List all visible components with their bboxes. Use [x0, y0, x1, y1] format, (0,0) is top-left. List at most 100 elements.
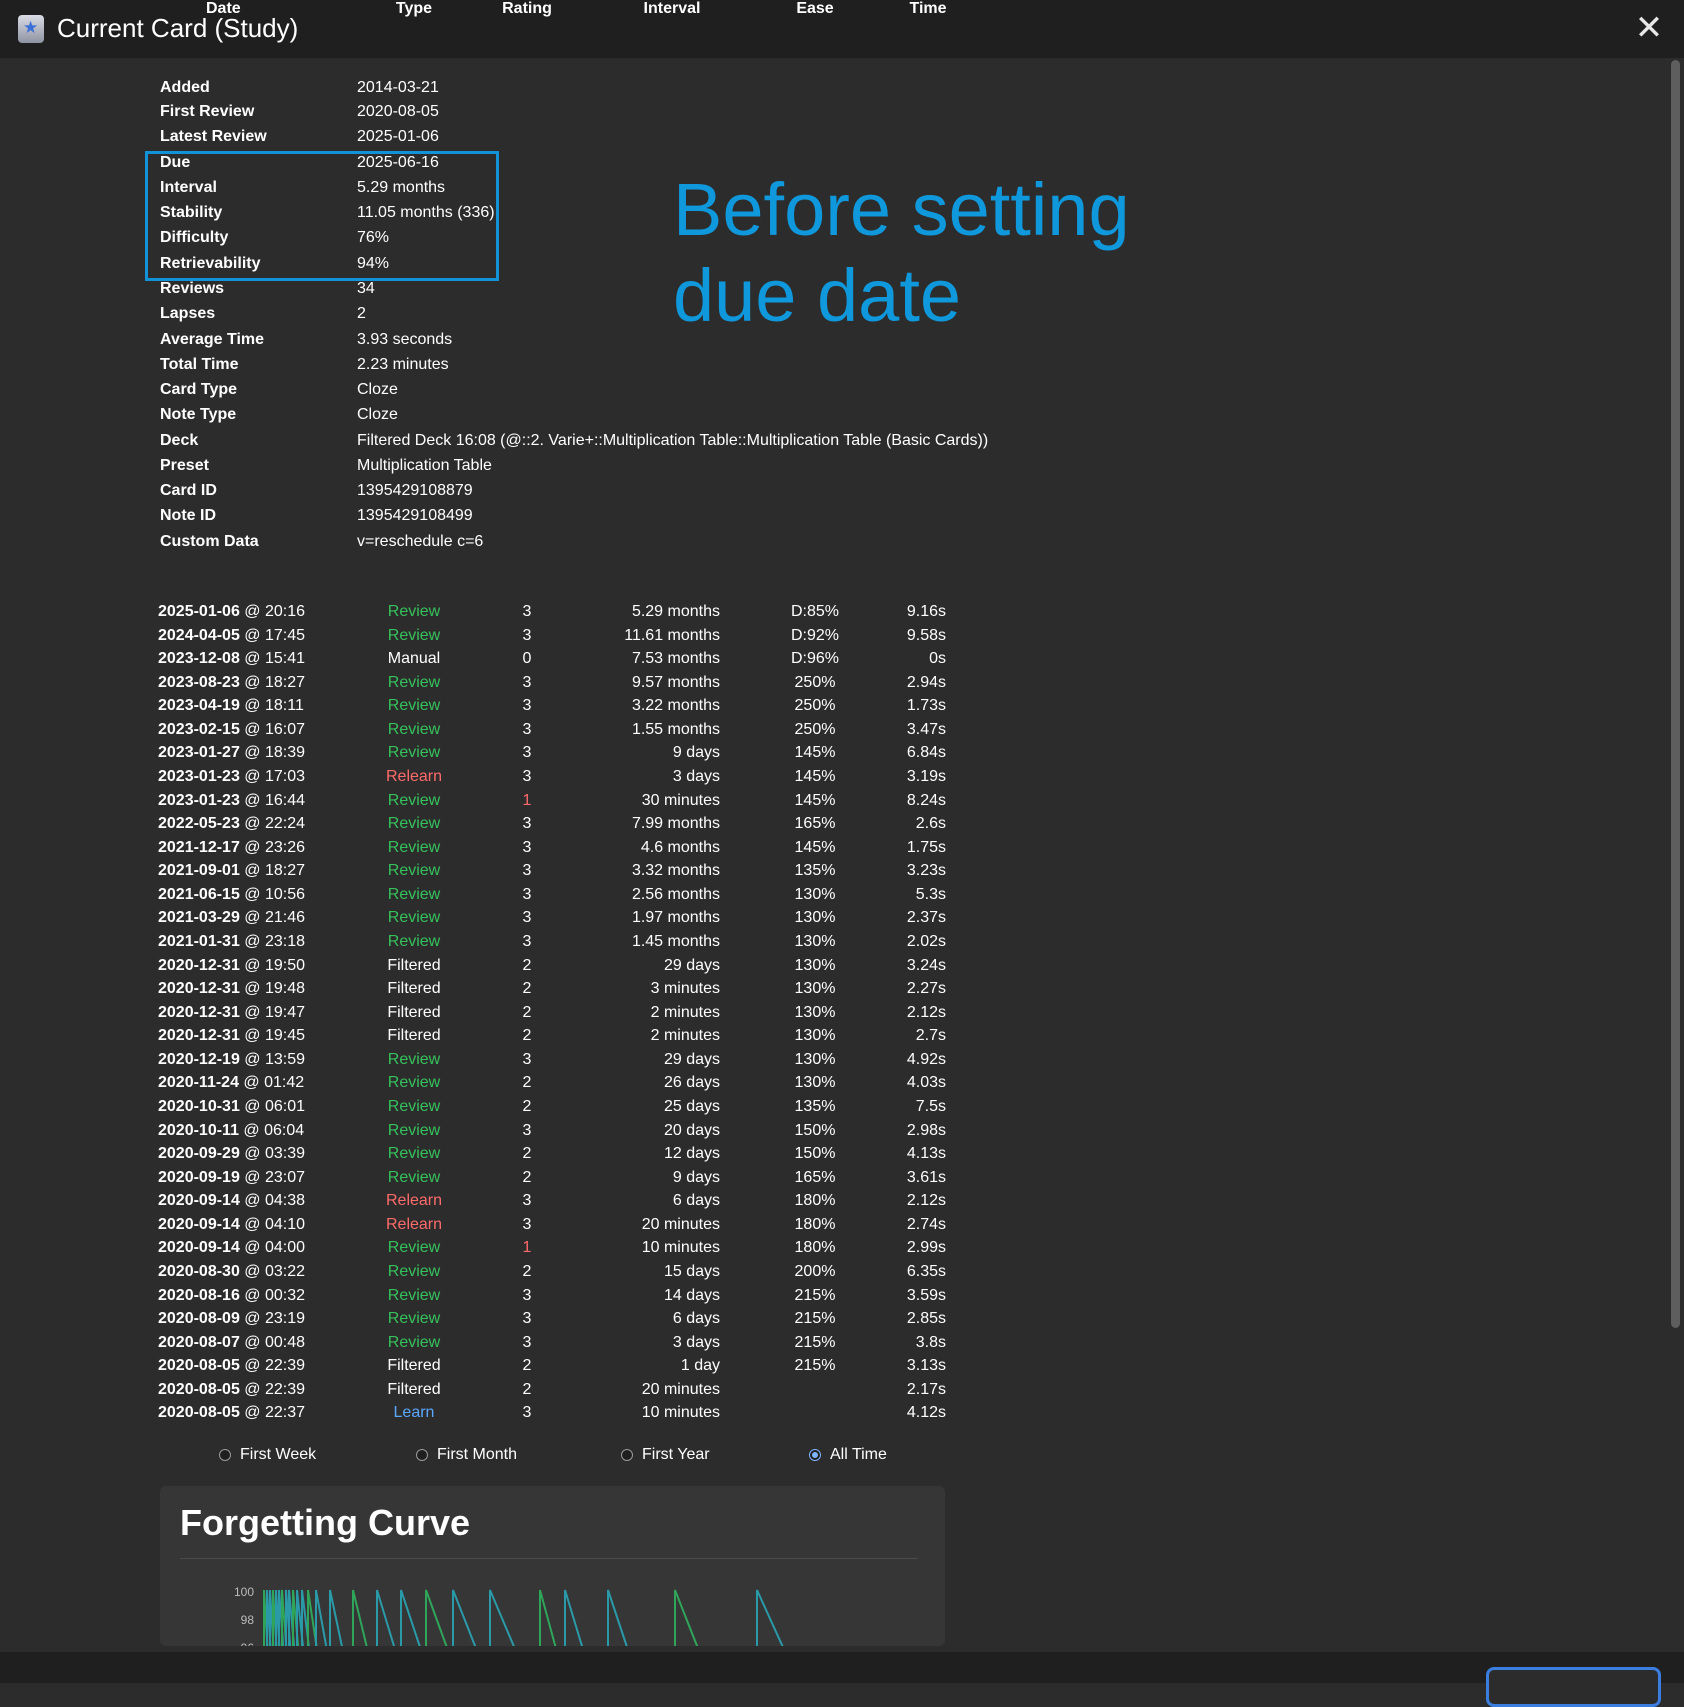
- table-row: 2021-12-17 @ 23:26 Review 3 4.6 months 145% 1…: [0, 839, 1000, 863]
- scrollbar-thumb[interactable]: [1671, 60, 1680, 1328]
- cell-time: 2.99s: [906, 1239, 946, 1257]
- cell-date-separator: @: [239, 1098, 265, 1115]
- cell-ease: 130%: [794, 885, 836, 903]
- cell-date-day: 2023-12-08: [158, 650, 240, 668]
- cell-ease: 130%: [794, 909, 836, 927]
- cell-date: 2021-12-17 @ 23:26: [158, 839, 305, 857]
- table-row: 2020-09-19 @ 23:07 Review 2 9 days 165% 3.61s: [0, 1169, 1000, 1193]
- cell-date-separator: @: [239, 650, 265, 668]
- cell-interval: 20 days: [663, 1121, 720, 1139]
- table-row: 2020-08-07 @ 00:48 Review 3 3 days 215% 3.8s: [0, 1334, 1000, 1358]
- anki-app-icon: [18, 15, 44, 43]
- cell-date-day: 2020-12-19: [158, 1050, 240, 1068]
- cell-interval: 25 days: [663, 1098, 720, 1115]
- cell-date: 2021-06-15 @ 10:56: [158, 886, 305, 904]
- cell-date-day: 2020-08-07: [158, 1333, 240, 1351]
- cell-rating: 2: [522, 1098, 532, 1115]
- cell-interval: 29 days: [663, 1050, 720, 1068]
- table-row: 2023-02-15 @ 16:07 Review 3 1.55 months 250%…: [0, 721, 1000, 745]
- cell-ease: 165%: [794, 815, 836, 833]
- cell-time: 6.84s: [906, 744, 946, 762]
- info-value: 2.23 minutes: [357, 356, 449, 373]
- cell-date-separator: @: [239, 1145, 265, 1163]
- cell-interval: 7.99 months: [631, 815, 720, 833]
- cell-type: Review: [387, 697, 441, 715]
- cell-date: 2021-01-31 @ 23:18: [158, 933, 305, 951]
- cell-ease: 130%: [794, 1003, 836, 1021]
- cell-type: Filtered: [387, 1357, 441, 1375]
- cell-ease: D:96%: [790, 650, 840, 668]
- cell-interval: 6 days: [672, 1310, 720, 1328]
- cell-date-day: 2020-09-19: [158, 1168, 240, 1186]
- cell-interval: 2 minutes: [650, 1003, 720, 1021]
- cell-date-day: 2020-11-24: [158, 1074, 239, 1092]
- info-label: Deck: [160, 432, 199, 449]
- table-row: 2023-01-23 @ 17:03 Relearn 3 3 days 145% 3.19…: [0, 768, 1000, 792]
- highlight-box: [145, 151, 499, 281]
- cell-interval: 10 minutes: [641, 1404, 720, 1422]
- cell-date-separator: @: [239, 744, 265, 762]
- table-row: 2020-10-11 @ 06:04 Review 3 20 days 150% 2.98…: [0, 1122, 1000, 1146]
- cell-date: 2020-08-09 @ 23:19: [158, 1310, 305, 1328]
- cell-date-separator: @: [239, 1380, 265, 1398]
- cell-type: Review: [387, 744, 441, 762]
- info-label: Note ID: [160, 507, 216, 524]
- cell-date-day: 2021-01-31: [158, 933, 240, 950]
- cell-type: Review: [387, 1050, 441, 1068]
- cell-interval: 3 days: [672, 768, 720, 785]
- cell-interval: 20 minutes: [641, 1380, 720, 1398]
- cell-date-separator: @: [239, 626, 265, 644]
- cell-date-day: 2023-01-23: [158, 768, 240, 785]
- cell-date-day: 2023-02-15: [158, 720, 240, 738]
- cell-ease: 145%: [794, 791, 836, 809]
- radio-button[interactable]: [621, 1449, 633, 1461]
- table-row: 2020-08-30 @ 03:22 Review 2 15 days 200% 6.35…: [0, 1263, 1000, 1287]
- cell-time: 2.74s: [906, 1215, 946, 1233]
- cell-date: 2020-08-05 @ 22:37: [158, 1404, 305, 1422]
- cell-date-time: 15:41: [264, 650, 306, 668]
- table-row: 2025-01-06 @ 20:16 Review 3 5.29 months D:85…: [0, 603, 1000, 627]
- curve-segment: [489, 1589, 515, 1646]
- ok-button[interactable]: [1486, 1667, 1661, 1707]
- cell-rating: 2: [522, 1263, 532, 1280]
- cell-date-time: 16:07: [264, 720, 306, 738]
- radio-label: First Year: [642, 1446, 710, 1463]
- cell-type: Manual: [387, 650, 441, 668]
- info-value: 34: [357, 280, 375, 297]
- cell-date: 2020-12-19 @ 13:59: [158, 1051, 305, 1069]
- cell-date-day: 2021-03-29: [158, 909, 240, 927]
- cell-rating: 3: [522, 885, 532, 903]
- table-row: 2020-11-24 @ 01:42 Review 2 26 days 130% 4.03…: [0, 1074, 1000, 1098]
- cell-date-day: 2020-09-14: [158, 1192, 240, 1210]
- cell-time: 4.03s: [906, 1074, 946, 1092]
- cell-type: Review: [387, 1263, 441, 1280]
- cell-date-time: 21:46: [264, 909, 306, 927]
- radio-button[interactable]: [416, 1449, 428, 1461]
- cell-type: Review: [387, 626, 441, 644]
- cell-interval: 11.61 months: [624, 626, 720, 644]
- forgetting-curve-card: Forgetting Curve 100 98 96: [160, 1486, 945, 1646]
- info-value: 2020-08-05: [357, 103, 439, 120]
- close-button[interactable]: ✕: [1630, 10, 1668, 48]
- cell-date-separator: @: [239, 1310, 265, 1328]
- cell-date-separator: @: [238, 1074, 265, 1092]
- radio-button[interactable]: [219, 1449, 231, 1461]
- cell-interval: 12 days: [663, 1145, 720, 1163]
- cell-date-day: 2025-01-06: [158, 603, 240, 620]
- cell-interval: 30 minutes: [641, 791, 720, 809]
- column-header-time: Time: [909, 0, 947, 17]
- cell-date-separator: @: [239, 673, 265, 691]
- cell-interval: 3.22 months: [631, 697, 720, 715]
- cell-date-time: 18:27: [264, 673, 306, 691]
- cell-rating: 2: [522, 1168, 532, 1186]
- cell-date-time: 23:19: [264, 1310, 306, 1328]
- cell-rating: 3: [522, 1286, 532, 1304]
- table-row: 2024-04-05 @ 17:45 Review 3 11.61 months D:9…: [0, 627, 1000, 651]
- cell-date: 2020-09-14 @ 04:10: [158, 1216, 305, 1234]
- cell-type: Review: [387, 815, 441, 833]
- radio-button[interactable]: [809, 1449, 821, 1461]
- cell-type: Review: [387, 1168, 441, 1186]
- cell-rating: 2: [522, 1074, 532, 1092]
- cell-type: Relearn: [385, 1192, 443, 1210]
- cell-rating: 3: [522, 1333, 532, 1351]
